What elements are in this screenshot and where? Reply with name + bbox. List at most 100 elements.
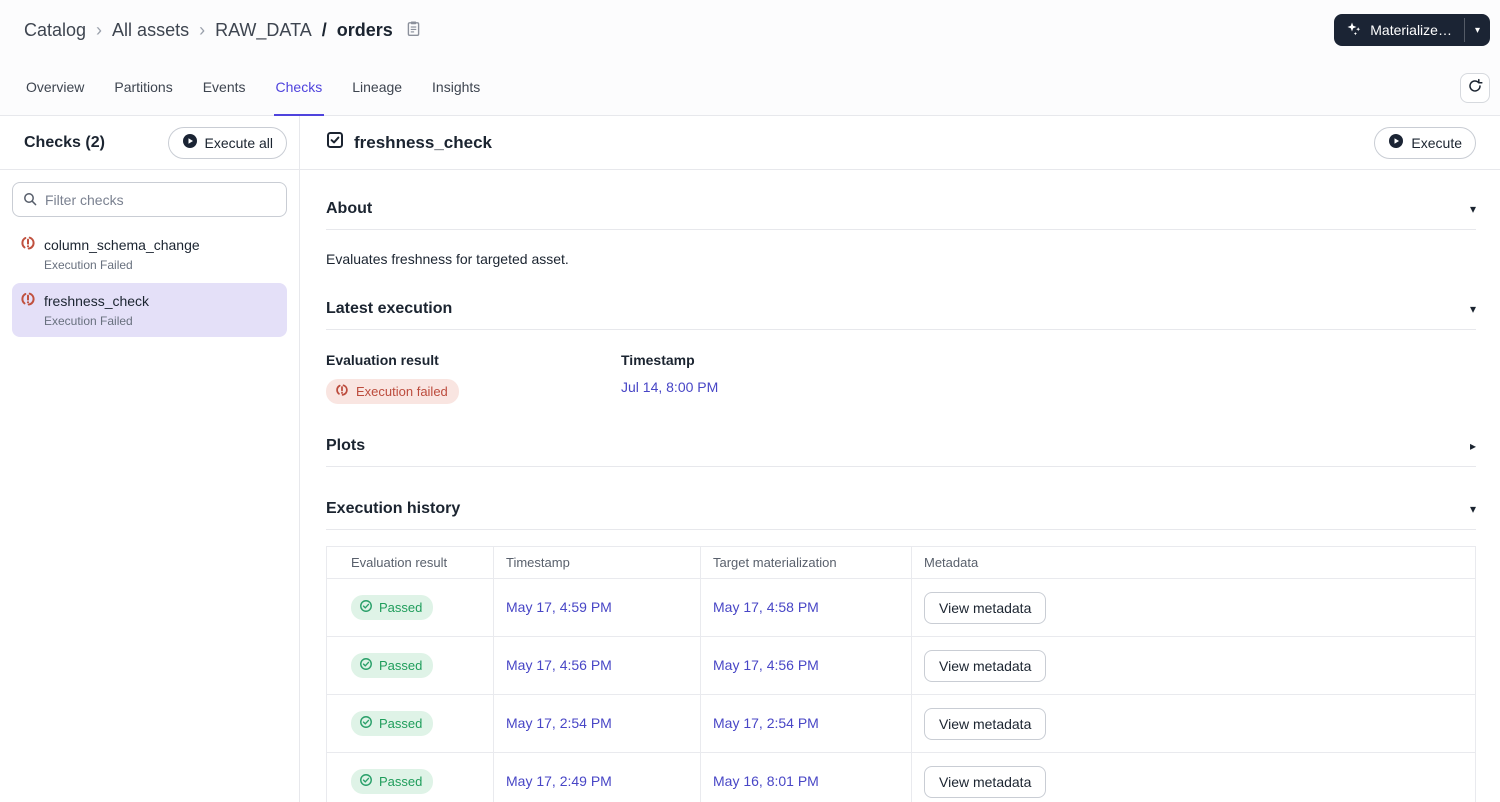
- section-divider: [326, 329, 1476, 330]
- tab-events[interactable]: Events: [201, 60, 248, 116]
- plots-section: Plots ▸: [326, 437, 1476, 467]
- refresh-button[interactable]: [1460, 72, 1490, 103]
- tab-bar: Overview Partitions Events Checks Lineag…: [0, 60, 1500, 116]
- table-header-row: Evaluation result Timestamp Target mater…: [326, 546, 1476, 579]
- caret-down-icon: ▾: [1469, 302, 1476, 316]
- materialize-button-group: Materialize… ▾: [1334, 14, 1490, 46]
- breadcrumb-all-assets[interactable]: All assets: [112, 20, 189, 41]
- about-title: About: [326, 200, 373, 217]
- materialize-button-label: Materialize…: [1370, 22, 1452, 38]
- check-title: freshness_check: [354, 132, 492, 152]
- latest-execution-collapse-button[interactable]: ▾: [1470, 303, 1476, 315]
- check-name: column_schema_change: [44, 236, 200, 253]
- plots-expand-button[interactable]: ▸: [1470, 440, 1476, 452]
- passed-badge: Passed: [351, 769, 434, 794]
- caret-right-icon: ▸: [1469, 439, 1476, 453]
- checks-sidebar: Checks (2) Execute all Filter checks col…: [0, 116, 300, 802]
- tab-partitions[interactable]: Partitions: [112, 60, 174, 116]
- view-metadata-button[interactable]: View metadata: [924, 707, 1047, 740]
- breadcrumb: Catalog › All assets › RAW_DATA / orders: [24, 18, 424, 42]
- view-metadata-button[interactable]: View metadata: [924, 649, 1047, 682]
- tab-lineage[interactable]: Lineage: [350, 60, 404, 116]
- check-circle-icon: [359, 773, 373, 790]
- check-detail-body: About ▾ Evaluates freshness for targeted…: [300, 170, 1500, 802]
- view-metadata-button[interactable]: View metadata: [924, 591, 1047, 624]
- column-header-metadata: Metadata: [911, 546, 1476, 579]
- section-divider: [326, 466, 1476, 467]
- content-area: Checks (2) Execute all Filter checks col…: [0, 116, 1500, 802]
- target-materialization-link[interactable]: May 17, 4:58 PM: [713, 599, 819, 615]
- materialize-dropdown-button[interactable]: ▾: [1465, 14, 1490, 46]
- check-list-item-freshness-check[interactable]: freshness_check Execution Failed: [12, 283, 287, 337]
- execution-timestamp-link[interactable]: May 17, 4:59 PM: [506, 599, 612, 615]
- check-list-item-column-schema-change[interactable]: column_schema_change Execution Failed: [12, 227, 287, 281]
- target-materialization-link[interactable]: May 17, 4:56 PM: [713, 657, 819, 673]
- chevron-right-icon: ›: [96, 19, 103, 40]
- breadcrumb-asset-group[interactable]: RAW_DATA: [215, 20, 312, 41]
- latest-timestamp-link[interactable]: Jul 14, 8:00 PM: [621, 379, 718, 395]
- play-circle-icon: [182, 133, 198, 152]
- timestamp-label: Timestamp: [621, 352, 695, 368]
- execution-failed-badge: Execution failed: [326, 379, 459, 404]
- clipboard-icon: [405, 20, 422, 40]
- column-header-evaluation-result: Evaluation result: [326, 546, 494, 579]
- filter-checks-input[interactable]: [12, 182, 287, 217]
- checks-count-title: Checks (2): [24, 133, 105, 151]
- execution-timestamp-link[interactable]: May 17, 2:49 PM: [506, 773, 612, 789]
- execution-history-title: Execution history: [326, 500, 461, 517]
- view-metadata-button[interactable]: View metadata: [924, 765, 1047, 798]
- execution-history-collapse-button[interactable]: ▾: [1470, 503, 1476, 515]
- execute-label: Execute: [1411, 134, 1462, 151]
- execution-timestamp-link[interactable]: May 17, 4:56 PM: [506, 657, 612, 673]
- sparkle-icon: [1346, 21, 1362, 40]
- check-circle-icon: [359, 657, 373, 674]
- table-row: Passed May 17, 4:56 PM May 17, 4:56 PM V…: [326, 636, 1476, 695]
- check-circle-icon: [359, 715, 373, 732]
- section-divider: [326, 229, 1476, 230]
- latest-execution-title: Latest execution: [326, 300, 453, 317]
- table-row: Passed May 17, 2:49 PM May 16, 8:01 PM V…: [326, 752, 1476, 802]
- check-status: Execution Failed: [44, 258, 133, 272]
- passed-badge: Passed: [351, 711, 434, 736]
- tab-insights[interactable]: Insights: [430, 60, 482, 116]
- execute-all-button[interactable]: Execute all: [167, 126, 287, 159]
- passed-badge-label: Passed: [379, 774, 423, 789]
- execute-button[interactable]: Execute: [1374, 126, 1476, 159]
- passed-badge: Passed: [351, 595, 434, 620]
- passed-badge: Passed: [351, 653, 434, 678]
- tab-checks[interactable]: Checks: [273, 60, 325, 116]
- caret-down-icon: ▾: [1469, 502, 1476, 516]
- top-bar: Catalog › All assets › RAW_DATA / orders: [0, 0, 1500, 60]
- about-collapse-button[interactable]: ▾: [1470, 203, 1476, 215]
- execution-history-section: Execution history ▾ Evaluation result Ti…: [326, 500, 1476, 802]
- execute-all-label: Execute all: [204, 134, 273, 151]
- target-materialization-link[interactable]: May 16, 8:01 PM: [713, 773, 819, 789]
- filter-checks-wrap: [12, 182, 287, 217]
- caret-down-icon: ▾: [1474, 24, 1480, 36]
- checks-sidebar-body: column_schema_change Execution Failed fr…: [0, 170, 299, 351]
- caret-down-icon: ▾: [1469, 202, 1476, 216]
- execution-timestamp-link[interactable]: May 17, 2:54 PM: [506, 715, 612, 731]
- column-header-timestamp: Timestamp: [493, 546, 701, 579]
- breadcrumb-slash: /: [321, 19, 327, 40]
- checks-sidebar-header: Checks (2) Execute all: [0, 116, 299, 170]
- breadcrumb-catalog[interactable]: Catalog: [24, 20, 86, 41]
- materialize-button[interactable]: Materialize…: [1334, 14, 1464, 46]
- table-row: Passed May 17, 4:59 PM May 17, 4:58 PM V…: [326, 578, 1476, 637]
- execution-history-table: Evaluation result Timestamp Target mater…: [326, 546, 1476, 802]
- tab-overview[interactable]: Overview: [24, 60, 86, 116]
- execution-failed-badge-label: Execution failed: [356, 384, 448, 399]
- check-box-icon: [326, 131, 344, 154]
- column-header-target-materialization: Target materialization: [700, 546, 912, 579]
- latest-execution-section: Latest execution ▾ Evaluation result Exe…: [326, 300, 1476, 404]
- play-circle-icon: [1388, 133, 1404, 152]
- section-divider: [326, 529, 1476, 530]
- copy-asset-name-button[interactable]: [403, 18, 424, 42]
- target-materialization-link[interactable]: May 17, 2:54 PM: [713, 715, 819, 731]
- about-section: About ▾ Evaluates freshness for targeted…: [326, 200, 1476, 267]
- check-name: freshness_check: [44, 292, 150, 309]
- breadcrumb-asset-name: orders: [336, 19, 393, 40]
- search-icon: [22, 191, 38, 212]
- refresh-icon: [1467, 78, 1483, 97]
- chevron-right-icon: ›: [199, 19, 206, 40]
